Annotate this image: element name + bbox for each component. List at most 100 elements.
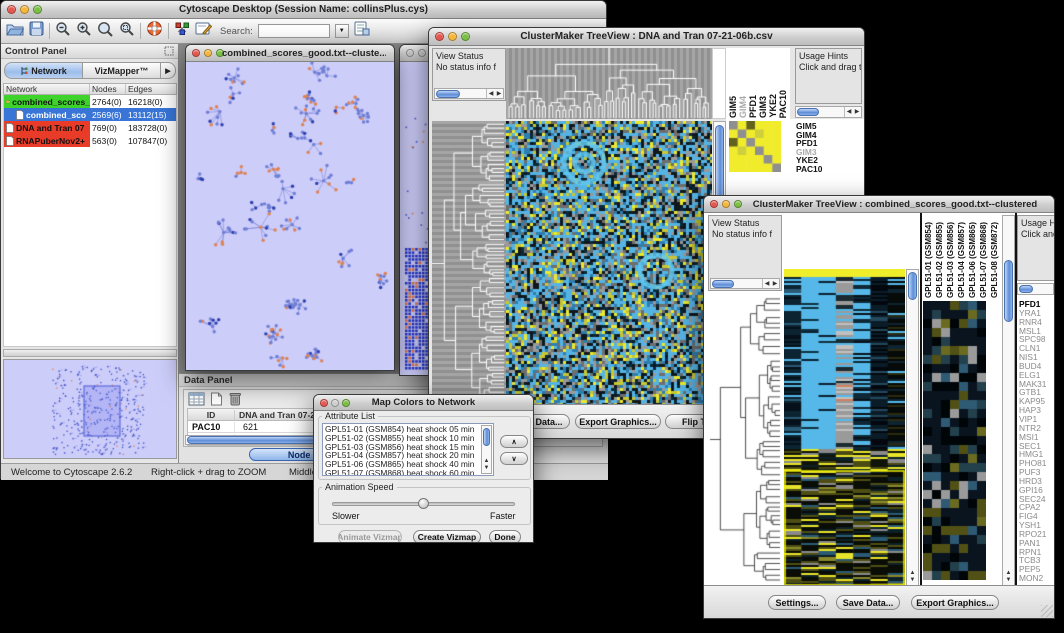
row-label[interactable]: PAC10: [796, 165, 862, 174]
save-icon[interactable]: [29, 21, 44, 41]
animate-vizmap-button[interactable]: Animate Vizmap: [338, 530, 402, 542]
create-vizmap-button[interactable]: Create Vizmap: [413, 530, 481, 542]
network-list-row[interactable]: RNAPuberNov2+563(0)107847(0): [4, 134, 176, 147]
done-button[interactable]: Done: [489, 530, 521, 542]
column-label[interactable]: GPL51-07 (GSM868): [978, 222, 989, 298]
zoom-fit-icon[interactable]: [97, 21, 114, 42]
column-label[interactable]: PAC10: [778, 90, 788, 118]
column-label[interactable]: GPL51-04 (GSM857): [956, 222, 967, 298]
birdseye-view[interactable]: [4, 360, 176, 458]
zoom-in-icon[interactable]: [76, 21, 92, 42]
gene-label[interactable]: MON2: [1019, 574, 1054, 583]
scrollbar-thumb[interactable]: [1004, 260, 1013, 322]
scrollbar-thumb[interactable]: [436, 90, 460, 98]
view-status-hscrollbar[interactable]: ◀ ▶: [434, 88, 504, 99]
search-dropdown-button[interactable]: ▼: [335, 24, 349, 38]
network-titlebar[interactable]: combined_scores_good.txt--cluste...: [186, 45, 394, 62]
close-button[interactable]: [435, 32, 444, 41]
help-lifesaver-icon[interactable]: [146, 20, 163, 42]
column-header-edges[interactable]: Edges: [125, 84, 176, 94]
scrollbar-thumb[interactable]: [483, 428, 490, 446]
column-label[interactable]: GPL51-02 (GSM855): [934, 222, 945, 298]
view-status-hscrollbar[interactable]: ◀ ▶: [710, 278, 780, 289]
speed-slider-thumb[interactable]: [418, 498, 429, 509]
main-titlebar[interactable]: Cytoscape Desktop (Session Name: collins…: [1, 1, 606, 19]
column-label[interactable]: GIM3: [758, 96, 768, 118]
minimize-button[interactable]: [331, 399, 339, 407]
row-dendrogram[interactable]: [708, 293, 782, 586]
zoom-button[interactable]: [734, 200, 742, 208]
scrollbar-thumb[interactable]: [908, 272, 917, 300]
tabs-overflow-button[interactable]: ▶: [160, 62, 176, 79]
minimize-button[interactable]: [204, 49, 212, 57]
network-list-row[interactable]: DNA and Tran 07769(0)183728(0): [4, 121, 176, 134]
network-canvas[interactable]: [186, 62, 394, 370]
search-input[interactable]: [258, 24, 330, 38]
float-panel-icon[interactable]: [164, 46, 174, 59]
save-data-button[interactable]: Save Data...: [836, 595, 900, 610]
column-label[interactable]: GPL51-06 (GSM865): [967, 222, 978, 298]
dialog-titlebar[interactable]: Map Colors to Network: [314, 395, 533, 411]
minimize-button[interactable]: [448, 32, 457, 41]
heatmap-global-view[interactable]: [506, 121, 712, 406]
zoom-out-icon[interactable]: [55, 21, 71, 42]
scroll-left-arrow[interactable]: ◀: [845, 107, 853, 117]
scroll-down-arrow[interactable]: ▼: [907, 577, 918, 584]
treeview2-titlebar[interactable]: ClusterMaker TreeView : combined_scores_…: [704, 196, 1054, 213]
heatmap-detail-view[interactable]: [923, 301, 986, 580]
scroll-right-arrow[interactable]: ▶: [853, 107, 861, 117]
scroll-left-arrow[interactable]: ◀: [763, 279, 771, 289]
data-column-id[interactable]: ID: [188, 410, 234, 420]
minimize-button[interactable]: [722, 200, 730, 208]
export-graphics-button[interactable]: Export Graphics...: [911, 595, 999, 610]
row-dendrogram[interactable]: [432, 121, 506, 406]
tab-vizmapper[interactable]: VizMapper™: [82, 62, 160, 79]
treeview1-titlebar[interactable]: ClusterMaker TreeView : DNA and Tran 07-…: [429, 28, 864, 46]
close-button[interactable]: [320, 399, 328, 407]
settings-button[interactable]: Settings...: [768, 595, 826, 610]
column-header-network[interactable]: Network: [4, 84, 89, 94]
scrollbar-thumb[interactable]: [797, 108, 819, 116]
scroll-left-arrow[interactable]: ◀: [487, 89, 495, 99]
global-vscrollbar[interactable]: ▲ ▼: [906, 269, 919, 586]
column-label[interactable]: GIM4: [738, 96, 748, 118]
minimize-button[interactable]: [20, 5, 29, 14]
resize-grip[interactable]: [1041, 605, 1053, 617]
column-label[interactable]: PFD1: [748, 95, 758, 118]
zoom-selected-icon[interactable]: [119, 21, 135, 42]
attribute-list-vscrollbar[interactable]: ▲ ▼: [481, 425, 492, 474]
network-list-row[interactable]: combined_sco2569(6)13112(15): [4, 108, 176, 121]
scroll-up-arrow[interactable]: ▲: [1003, 570, 1014, 577]
network-list-row[interactable]: combined_scores_2764(0)16218(0): [4, 95, 176, 108]
move-down-button[interactable]: ∨: [500, 452, 528, 465]
scrollbar-thumb[interactable]: [1019, 285, 1033, 293]
usage-hints-hscrollbar[interactable]: [1017, 283, 1054, 295]
column-header-nodes[interactable]: Nodes: [89, 84, 125, 94]
column-label[interactable]: YKE2: [768, 94, 778, 118]
annotation-icon[interactable]: [195, 21, 212, 41]
column-label[interactable]: GPL51-01 (GSM854): [923, 222, 934, 298]
minimize-button[interactable]: [418, 49, 426, 57]
save-data-button[interactable]: Data...: [528, 414, 570, 429]
tab-network[interactable]: Network: [4, 62, 82, 79]
network-nodes-icon[interactable]: [174, 21, 190, 41]
detail-vscrollbar[interactable]: ▲ ▼: [1002, 215, 1015, 586]
scroll-up-arrow[interactable]: ▲: [482, 458, 491, 465]
usage-hints-hscrollbar[interactable]: ◀ ▶: [795, 106, 862, 118]
table-report-icon[interactable]: [354, 21, 370, 41]
heatmap-detail-matrix[interactable]: [729, 121, 781, 172]
zoom-button[interactable]: [461, 32, 470, 41]
attribute-list-item[interactable]: GPL51-07 (GSM868) heat shock 60 min: [325, 469, 480, 476]
close-button[interactable]: [192, 49, 200, 57]
scroll-down-arrow[interactable]: ▼: [482, 465, 491, 472]
close-button[interactable]: [406, 49, 414, 57]
heatmap-global-view[interactable]: [784, 269, 905, 586]
scroll-down-arrow[interactable]: ▼: [1003, 577, 1014, 584]
zoom-button[interactable]: [342, 399, 350, 407]
open-file-icon[interactable]: [6, 21, 24, 41]
attribute-list[interactable]: GPL51-01 (GSM854) heat shock 05 minGPL51…: [322, 423, 494, 476]
close-button[interactable]: [710, 200, 718, 208]
panel-splitter[interactable]: [3, 349, 177, 357]
scroll-up-arrow[interactable]: ▲: [907, 570, 918, 577]
column-label[interactable]: GPL51-03 (GSM856): [945, 222, 956, 298]
